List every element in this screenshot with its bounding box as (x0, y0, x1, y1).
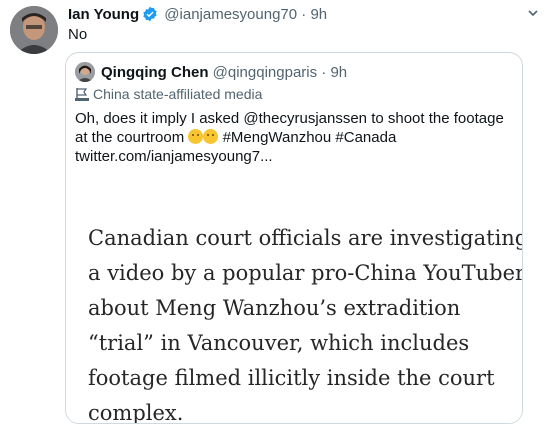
article-line: complex. (88, 401, 184, 424)
quote-text: Oh, does it imply I asked @thecyrusjanss… (75, 109, 515, 166)
quote-image[interactable]: Canadian court officials are investigati… (66, 175, 522, 423)
state-media-flag-icon (75, 88, 89, 104)
quote-link[interactable]: twitter.com/ianjamesyoung7... (75, 148, 273, 165)
article-line: a video by a popular pro-China YouTuber (88, 261, 523, 285)
state-media-label-text: China state-affiliated media (93, 86, 263, 102)
avatar[interactable] (10, 6, 58, 54)
article-text: Canadian court officials are investigati… (88, 221, 523, 424)
quote-header: Qingqing Chen @qingqingparis · 9h (75, 62, 347, 82)
quote-time: 9h (330, 64, 348, 81)
thinking-face-emoji-icon (188, 129, 204, 144)
verified-badge-icon (142, 6, 158, 26)
chevron-down-icon[interactable] (526, 6, 540, 23)
quote-hashtags[interactable]: #MengWanzhou #Canada (223, 129, 397, 146)
quote-author-handle[interactable]: @qingqingparis (213, 64, 317, 81)
tweet-header: Ian Young @ianjamesyoung70 · 9h (68, 6, 556, 26)
separator: · (301, 6, 307, 23)
article-line: about Meng Wanzhou’s extradition (88, 296, 461, 320)
quote-avatar (75, 62, 95, 82)
article-line: “trial” in Vancouver, which includes (88, 331, 470, 355)
quote-author-name[interactable]: Qingqing Chen (101, 64, 208, 81)
author-name[interactable]: Ian Young (68, 6, 139, 23)
quote-separator: · (321, 64, 327, 81)
quoted-tweet[interactable]: Qingqing Chen @qingqingparis · 9h China … (65, 52, 523, 424)
author-handle[interactable]: @ianjamesyoung70 (164, 6, 297, 23)
state-media-label[interactable]: China state-affiliated media (75, 86, 262, 104)
article-line: Canadian court officials are investigati… (88, 226, 523, 250)
article-line: footage filmed illicitly inside the cour… (88, 366, 495, 390)
tweet-text: No (68, 26, 88, 43)
thinking-face-emoji-icon (203, 129, 219, 144)
tweet-time[interactable]: 9h (310, 6, 327, 23)
